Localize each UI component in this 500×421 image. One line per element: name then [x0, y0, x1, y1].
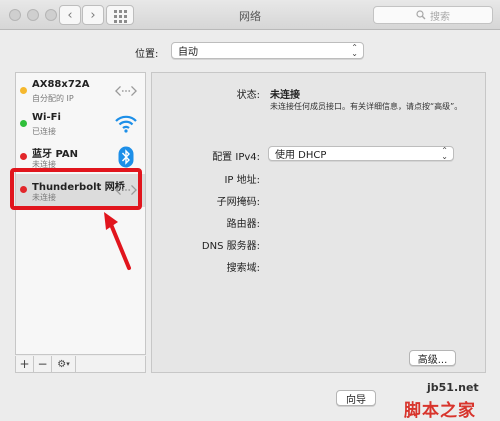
location-value: 自动 — [178, 47, 198, 58]
gear-icon: ⚙ — [57, 358, 67, 370]
router-label: 路由器: — [226, 219, 260, 230]
watermark-name: 脚本之家 — [404, 401, 476, 421]
ipv4-config-select[interactable]: 使用 DHCP ⌃ ⌄ — [268, 146, 454, 161]
ethernet-arrows-icon — [115, 81, 137, 101]
title-bar: ‹ › 网络 搜索 — [0, 0, 500, 30]
assist-button-label: 向导 — [346, 394, 366, 406]
plus-icon: + — [19, 357, 30, 371]
subnet-mask-label: 子网掩码: — [216, 197, 260, 208]
location-select[interactable]: 自动 ⌃ ⌄ — [171, 42, 364, 59]
location-label: 位置: — [135, 49, 159, 60]
advanced-button[interactable]: 高级... — [409, 350, 456, 366]
search-field[interactable]: 搜索 — [373, 6, 493, 24]
search-placeholder: 搜索 — [430, 11, 450, 23]
highlight-box — [10, 168, 142, 210]
chevron-down-icon: ▾ — [66, 360, 70, 368]
ip-address-label: IP 地址: — [224, 175, 260, 186]
search-icon — [416, 10, 426, 20]
remove-service-button[interactable]: − — [34, 356, 52, 372]
wifi-icon — [115, 114, 137, 134]
add-service-button[interactable]: + — [16, 356, 34, 372]
ipv4-config-value: 使用 DHCP — [275, 150, 327, 161]
updown-chevron-icon: ⌃ ⌄ — [441, 146, 448, 161]
status-value: 未连接 — [270, 90, 300, 101]
service-actions-button[interactable]: ⚙ ▾ — [52, 356, 76, 372]
annotation-arrow-icon — [104, 212, 131, 270]
service-list-toolbar: + − ⚙ ▾ — [15, 356, 146, 373]
service-item-wifi[interactable]: Wi-Fi 已连接 — [16, 108, 145, 141]
status-dot-green — [20, 120, 27, 127]
service-status: 自分配的 IP — [32, 94, 74, 103]
service-name: AX88x72A — [32, 79, 90, 90]
assist-button[interactable]: 向导 — [336, 390, 376, 406]
status-description: 未连接任何成员接口。有关详细信息，请点按“高级”。 — [270, 102, 463, 111]
minus-icon: − — [37, 357, 48, 371]
dns-server-label: DNS 服务器: — [201, 241, 260, 252]
service-name: 蓝牙 PAN — [32, 149, 79, 160]
status-dot-yellow — [20, 87, 27, 94]
watermark-site: jb51.net — [427, 381, 479, 394]
ipv4-config-label: 配置 IPv4: — [212, 152, 260, 163]
advanced-button-label: 高级... — [417, 354, 448, 366]
updown-chevron-icon: ⌃ ⌄ — [351, 43, 358, 58]
status-label: 状态: — [236, 90, 260, 101]
service-status: 已连接 — [32, 127, 56, 136]
search-domain-label: 搜索域: — [226, 263, 260, 274]
status-dot-red — [20, 153, 27, 160]
service-item-ax88x72a[interactable]: AX88x72A 自分配的 IP — [16, 75, 145, 108]
bluetooth-icon — [115, 146, 137, 168]
service-name: Wi-Fi — [32, 112, 61, 123]
